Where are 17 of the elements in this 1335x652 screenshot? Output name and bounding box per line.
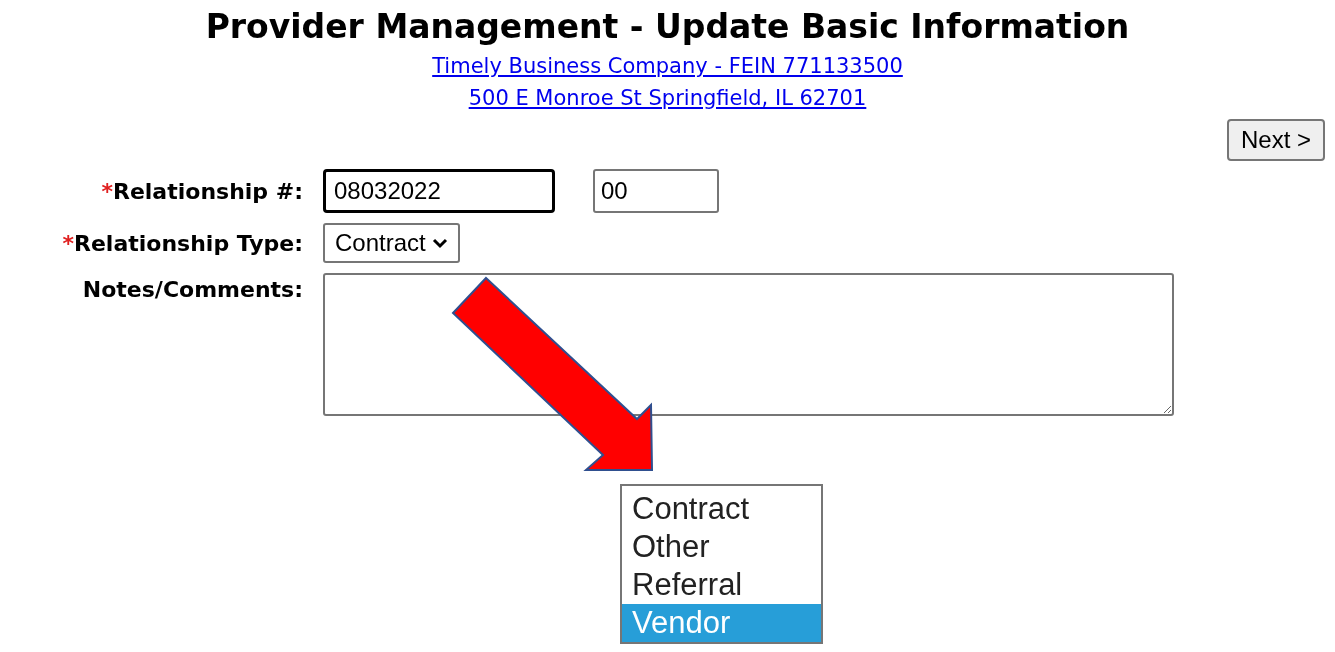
notes-field[interactable] <box>323 273 1174 416</box>
dropdown-option[interactable]: Contract <box>622 490 821 528</box>
next-button[interactable]: Next > <box>1226 119 1325 161</box>
link[interactable]: 500 E Monroe St Springfield, IL 62701 <box>468 82 867 114</box>
link[interactable]: Timely Business Company - FEIN 771133500 <box>432 50 903 82</box>
relationship-number-field[interactable]: 08032022 <box>323 169 555 213</box>
page-title: Provider Management - Update Basic Information <box>205 6 1130 48</box>
field-label: Notes/Comments: <box>82 276 303 304</box>
field-label: Relationship Type: <box>74 229 303 258</box>
required-mark: * <box>62 229 74 258</box>
relationship-suffix-field[interactable]: 00 <box>593 169 719 213</box>
required-mark: * <box>101 177 113 206</box>
field-label: Relationship #: <box>112 177 303 206</box>
dropdown-option[interactable]: Referral <box>622 566 821 604</box>
relationship-type-select[interactable]: Contract <box>323 223 460 263</box>
dropdown-option[interactable]: Other <box>622 528 821 566</box>
chevron-down-icon <box>431 237 448 249</box>
